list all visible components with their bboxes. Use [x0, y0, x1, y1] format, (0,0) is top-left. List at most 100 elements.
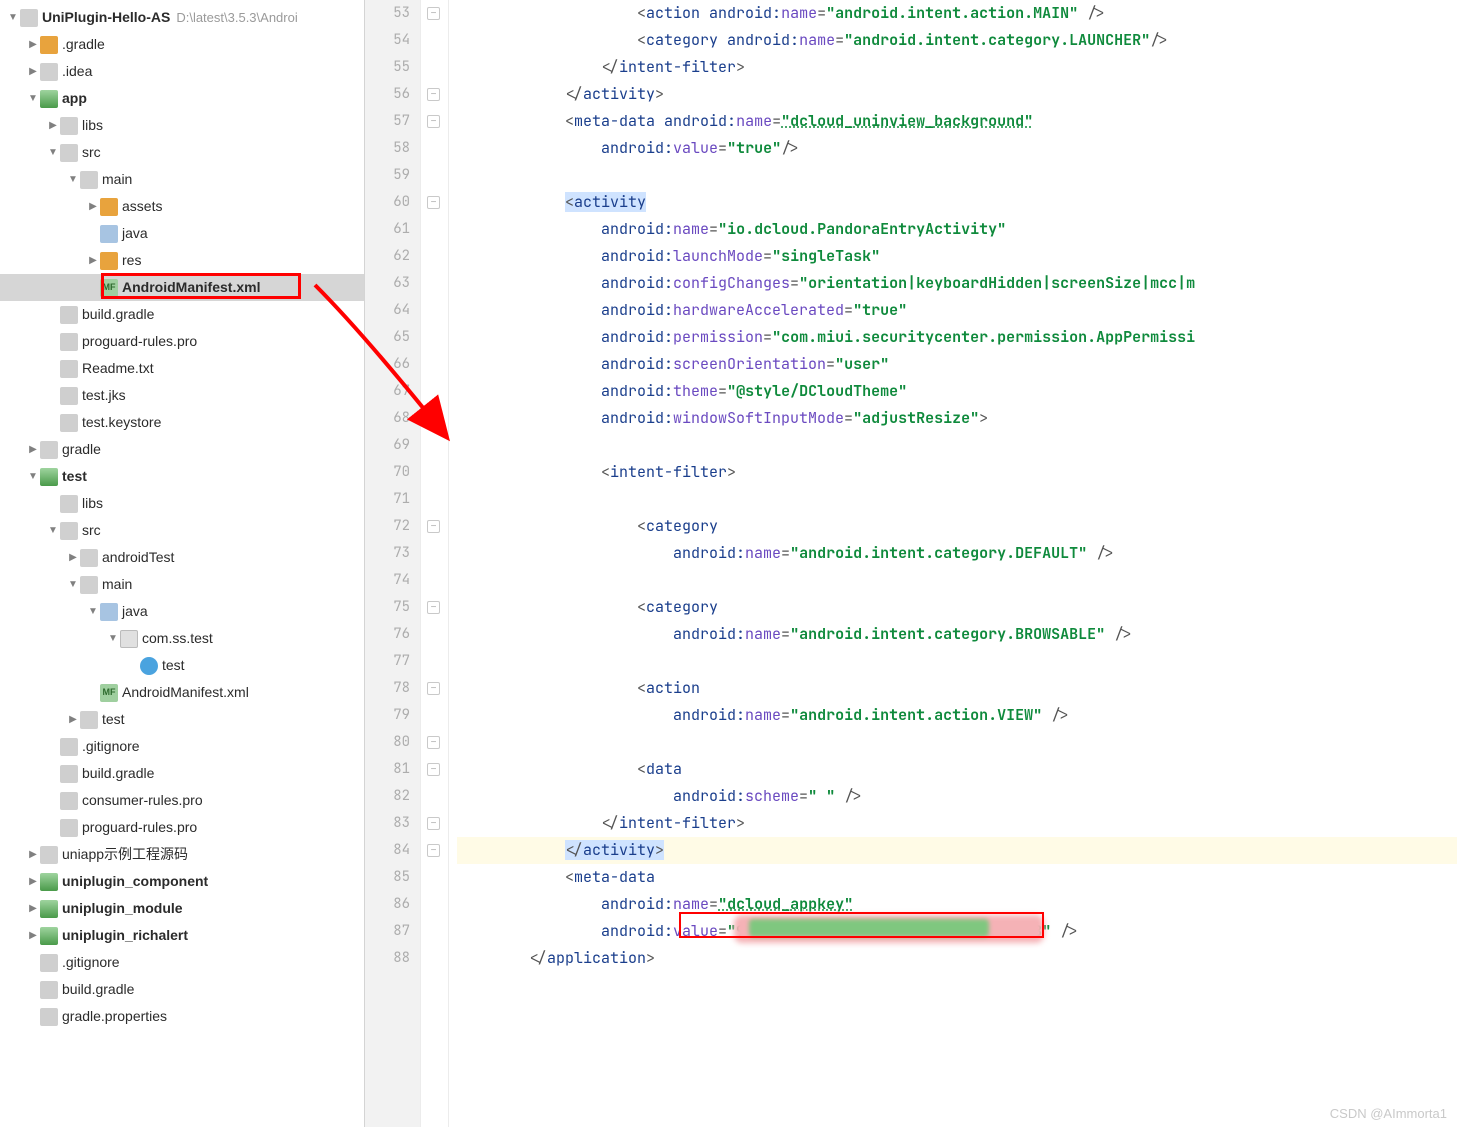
- file-consumer-rules[interactable]: consumer-rules.pro: [0, 787, 364, 814]
- module-test[interactable]: test: [0, 463, 364, 490]
- expand-arrow[interactable]: [66, 706, 80, 733]
- code-line[interactable]: [457, 567, 1457, 594]
- fold-marker[interactable]: −: [427, 88, 440, 101]
- code-line[interactable]: android:configChanges="orientation|keybo…: [457, 270, 1457, 297]
- code-editor[interactable]: 5354555657585960616263646566676869707172…: [365, 0, 1457, 1127]
- code-line[interactable]: <category android:name="android.intent.c…: [457, 27, 1457, 54]
- fold-column[interactable]: −−−−−−−−−−−: [421, 0, 449, 1127]
- code-line[interactable]: android:name="android.intent.action.VIEW…: [457, 702, 1457, 729]
- expand-arrow[interactable]: [26, 868, 40, 895]
- code-line[interactable]: android:theme="@style/DCloudTheme": [457, 378, 1457, 405]
- code-line[interactable]: [457, 729, 1457, 756]
- expand-arrow[interactable]: [66, 571, 80, 598]
- fold-marker[interactable]: −: [427, 7, 440, 20]
- dir-uniapp-sample[interactable]: uniapp示例工程源码: [0, 841, 364, 868]
- fold-marker[interactable]: −: [427, 817, 440, 830]
- file-gitignore-test[interactable]: .gitignore: [0, 733, 364, 760]
- module-app[interactable]: app: [0, 85, 364, 112]
- fold-marker[interactable]: −: [427, 844, 440, 857]
- file-gitignore-root[interactable]: .gitignore: [0, 949, 364, 976]
- code-line[interactable]: <category: [457, 594, 1457, 621]
- file-build-gradle-root[interactable]: build.gradle: [0, 976, 364, 1003]
- project-root[interactable]: UniPlugin-Hello-ASD:\latest\3.5.3\Androi: [0, 4, 364, 31]
- code-line[interactable]: <intent-filter>: [457, 459, 1457, 486]
- code-line[interactable]: android:value="true"/>: [457, 135, 1457, 162]
- dir-res[interactable]: res: [0, 247, 364, 274]
- code-line[interactable]: </intent-filter>: [457, 54, 1457, 81]
- dir-app-libs[interactable]: libs: [0, 112, 364, 139]
- module-uniplugin-richalert[interactable]: uniplugin_richalert: [0, 922, 364, 949]
- code-line[interactable]: android:hardwareAccelerated="true": [457, 297, 1457, 324]
- dir-androidtest[interactable]: androidTest: [0, 544, 364, 571]
- code-line[interactable]: android:scheme=" " />: [457, 783, 1457, 810]
- code-line[interactable]: <category: [457, 513, 1457, 540]
- fold-marker[interactable]: −: [427, 520, 440, 533]
- expand-arrow[interactable]: [86, 193, 100, 220]
- dir-test-libs[interactable]: libs: [0, 490, 364, 517]
- code-line[interactable]: </intent-filter>: [457, 810, 1457, 837]
- dir-app-main[interactable]: main: [0, 166, 364, 193]
- dir-gradle-cache[interactable]: .gradle: [0, 31, 364, 58]
- pkg-com-ss-test[interactable]: com.ss.test: [0, 625, 364, 652]
- expand-arrow[interactable]: [26, 58, 40, 85]
- code-line[interactable]: [457, 486, 1457, 513]
- dir-assets[interactable]: assets: [0, 193, 364, 220]
- expand-arrow[interactable]: [26, 463, 40, 490]
- code-area[interactable]: <action android:name="android.intent.act…: [449, 0, 1457, 1127]
- expand-arrow[interactable]: [46, 112, 60, 139]
- code-line[interactable]: android:name="dcloud_appkey": [457, 891, 1457, 918]
- code-line[interactable]: </application>: [457, 945, 1457, 972]
- code-line[interactable]: <meta-data android:name="dcloud_uninview…: [457, 108, 1457, 135]
- code-line[interactable]: android:name="io.dcloud.PandoraEntryActi…: [457, 216, 1457, 243]
- file-test-keystore[interactable]: test.keystore: [0, 409, 364, 436]
- fold-marker[interactable]: −: [427, 115, 440, 128]
- code-line[interactable]: </activity>: [457, 837, 1457, 864]
- project-tree-panel[interactable]: UniPlugin-Hello-ASD:\latest\3.5.3\Androi…: [0, 0, 365, 1127]
- expand-arrow[interactable]: [86, 598, 100, 625]
- code-line[interactable]: android:windowSoftInputMode="adjustResiz…: [457, 405, 1457, 432]
- dir-gradle[interactable]: gradle: [0, 436, 364, 463]
- dir-test-java[interactable]: java: [0, 598, 364, 625]
- code-line[interactable]: android:permission="com.miui.securitycen…: [457, 324, 1457, 351]
- file-android-manifest[interactable]: MFAndroidManifest.xml: [0, 274, 364, 301]
- file-readme[interactable]: Readme.txt: [0, 355, 364, 382]
- code-line[interactable]: <meta-data: [457, 864, 1457, 891]
- code-line[interactable]: android:name="android.intent.category.BR…: [457, 621, 1457, 648]
- code-line[interactable]: android:screenOrientation="user": [457, 351, 1457, 378]
- file-proguard-app[interactable]: proguard-rules.pro: [0, 328, 364, 355]
- expand-arrow[interactable]: [6, 4, 20, 31]
- code-line[interactable]: </activity>: [457, 81, 1457, 108]
- file-gradle-properties[interactable]: gradle.properties: [0, 1003, 364, 1030]
- code-line[interactable]: [457, 648, 1457, 675]
- dir-test-main[interactable]: main: [0, 571, 364, 598]
- expand-arrow[interactable]: [26, 31, 40, 58]
- expand-arrow[interactable]: [26, 85, 40, 112]
- class-test[interactable]: test: [0, 652, 364, 679]
- file-proguard-test[interactable]: proguard-rules.pro: [0, 814, 364, 841]
- expand-arrow[interactable]: [66, 166, 80, 193]
- code-line[interactable]: <action: [457, 675, 1457, 702]
- expand-arrow[interactable]: [26, 841, 40, 868]
- module-uniplugin-module[interactable]: uniplugin_module: [0, 895, 364, 922]
- expand-arrow[interactable]: [26, 895, 40, 922]
- code-line[interactable]: <action android:name="android.intent.act…: [457, 0, 1457, 27]
- fold-marker[interactable]: −: [427, 196, 440, 209]
- expand-arrow[interactable]: [106, 625, 120, 652]
- code-line[interactable]: [457, 162, 1457, 189]
- code-line[interactable]: android:launchMode="singleTask": [457, 243, 1457, 270]
- dir-idea[interactable]: .idea: [0, 58, 364, 85]
- fold-marker[interactable]: −: [427, 601, 440, 614]
- file-test-jks[interactable]: test.jks: [0, 382, 364, 409]
- expand-arrow[interactable]: [26, 922, 40, 949]
- dir-test-test[interactable]: test: [0, 706, 364, 733]
- code-line[interactable]: [457, 432, 1457, 459]
- code-line[interactable]: <activity: [457, 189, 1457, 216]
- fold-marker[interactable]: −: [427, 736, 440, 749]
- expand-arrow[interactable]: [46, 139, 60, 166]
- expand-arrow[interactable]: [26, 436, 40, 463]
- expand-arrow[interactable]: [86, 247, 100, 274]
- expand-arrow[interactable]: [66, 544, 80, 571]
- dir-java[interactable]: java: [0, 220, 364, 247]
- fold-marker[interactable]: −: [427, 682, 440, 695]
- file-build-gradle-app[interactable]: build.gradle: [0, 301, 364, 328]
